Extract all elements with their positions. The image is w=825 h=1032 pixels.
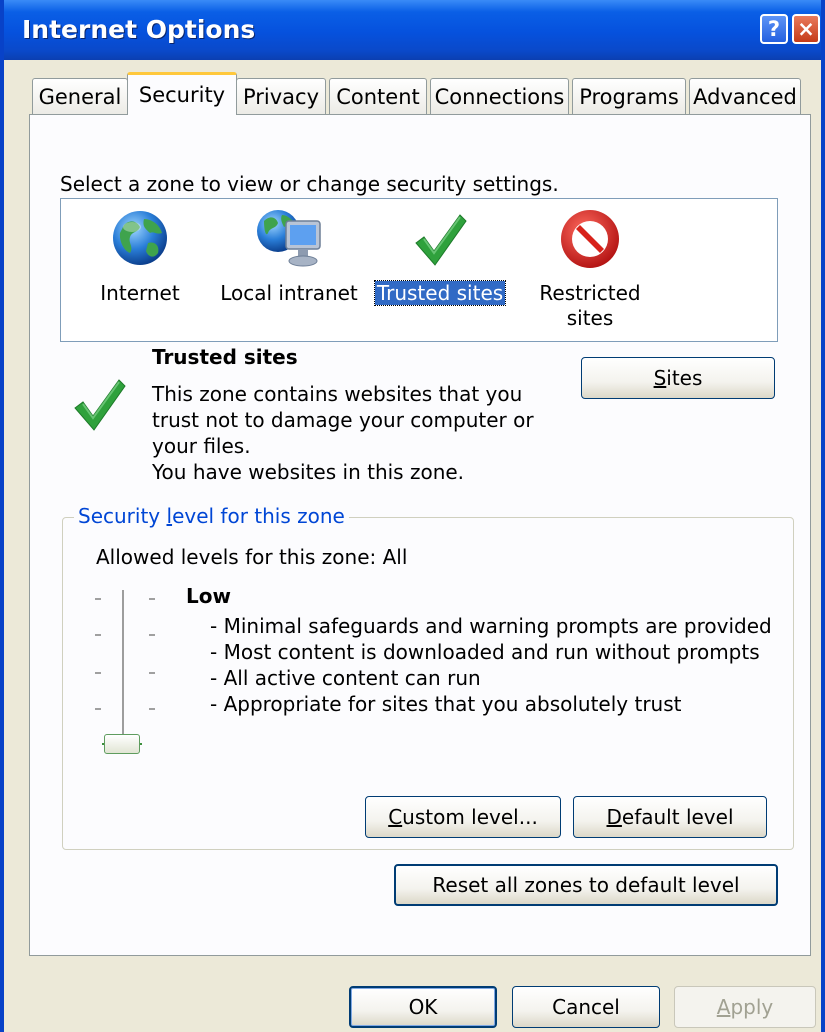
title-bar[interactable]: Internet Options ? × — [4, 0, 821, 60]
slider-thumb[interactable] — [104, 734, 140, 754]
tab-privacy[interactable]: Privacy — [236, 78, 326, 114]
tab-advanced[interactable]: Advanced — [689, 78, 801, 114]
apply-button[interactable]: Apply — [674, 986, 816, 1028]
zone-restricted-sites-label-line2: sites — [566, 306, 614, 330]
globe-icon — [113, 211, 167, 265]
level-description-item: - Most content is downloaded and run wit… — [210, 640, 760, 664]
default-level-accel: D — [606, 805, 622, 829]
window-title: Internet Options — [22, 15, 256, 44]
slider-tick — [149, 634, 155, 636]
security-level-name: Low — [186, 584, 231, 608]
cancel-label: Cancel — [552, 995, 620, 1019]
sites-button-label: ites — [666, 366, 703, 390]
tab-content[interactable]: Content — [329, 78, 427, 114]
zone-prompt: Select a zone to view or change security… — [60, 172, 559, 196]
slider-tick — [95, 598, 101, 600]
zone-internet[interactable]: Internet — [85, 207, 195, 306]
apply-accel: A — [716, 995, 731, 1019]
zone-description-line: your files. — [152, 434, 251, 458]
zone-description-line: trust not to damage your computer or — [152, 408, 534, 432]
restricted-icon — [561, 210, 619, 268]
zone-internet-label: Internet — [100, 281, 180, 305]
tab-content-label: Content — [336, 84, 420, 109]
tab-general[interactable]: General — [32, 78, 128, 114]
zone-trusted-sites-label: Trusted sites — [373, 280, 507, 306]
zone-restricted-sites[interactable]: Restricted sites — [523, 207, 657, 331]
allowed-levels-text: Allowed levels for this zone: All — [96, 545, 408, 569]
zone-description-line: This zone contains websites that you — [152, 382, 523, 406]
help-icon: ? — [767, 17, 781, 41]
checkmark-icon — [74, 379, 126, 431]
intranet-icon — [257, 210, 321, 267]
apply-label: pply — [730, 995, 774, 1019]
level-description-item: - All active content can run — [210, 666, 481, 690]
security-level-group-label: Security level for this zone — [74, 504, 349, 528]
custom-level-button[interactable]: Custom level... — [365, 796, 561, 838]
checkmark-icon — [415, 214, 467, 266]
tab-programs[interactable]: Programs — [572, 78, 686, 114]
internet-options-dialog: Internet Options ? × General Security Pr… — [0, 0, 825, 1032]
slider-tick — [95, 634, 101, 636]
slider-track — [122, 590, 124, 750]
tab-advanced-label: Advanced — [693, 84, 797, 109]
slider-tick — [149, 708, 155, 710]
slider-tick — [149, 672, 155, 674]
close-icon: × — [797, 17, 815, 41]
group-label-post: evel for this zone — [172, 504, 345, 528]
zone-local-intranet[interactable]: Local intranet — [219, 207, 359, 306]
help-button[interactable]: ? — [760, 14, 788, 44]
tab-security[interactable]: Security — [127, 72, 237, 115]
zone-title: Trusted sites — [152, 345, 298, 369]
tab-connections[interactable]: Connections — [430, 78, 569, 114]
slider-tick — [149, 598, 155, 600]
ok-button[interactable]: OK — [349, 986, 497, 1028]
reset-all-zones-label: Reset all zones to default level — [432, 873, 740, 897]
level-description-item: - Minimal safeguards and warning prompts… — [210, 614, 772, 638]
zone-description-line: You have websites in this zone. — [152, 460, 465, 484]
close-button[interactable]: × — [792, 14, 820, 44]
zone-description: This zone contains websites that you tru… — [152, 381, 534, 485]
tab-strip: General Security Privacy Content Connect… — [32, 72, 812, 115]
cancel-button[interactable]: Cancel — [512, 986, 660, 1028]
tab-programs-label: Programs — [579, 84, 679, 109]
sites-button-accel: S — [653, 366, 667, 390]
zone-restricted-sites-label-line1: Restricted — [539, 281, 641, 305]
custom-level-label: ustom level... — [402, 805, 538, 829]
reset-all-zones-button[interactable]: Reset all zones to default level — [394, 864, 778, 906]
group-label-pre: Security — [78, 504, 167, 528]
slider-tick — [95, 672, 101, 674]
zone-list: Internet Local intranet Trusted sites Re… — [60, 198, 778, 342]
tab-connections-label: Connections — [434, 84, 565, 109]
zone-trusted-sites[interactable]: Trusted sites — [373, 207, 507, 306]
zone-local-intranet-label: Local intranet — [220, 281, 358, 305]
tab-privacy-label: Privacy — [242, 84, 320, 109]
default-level-button[interactable]: Default level — [573, 796, 767, 838]
tab-general-label: General — [38, 84, 122, 109]
slider-tick — [95, 708, 101, 710]
tab-security-label: Security — [138, 83, 226, 107]
sites-button[interactable]: Sites — [581, 357, 775, 399]
default-level-label: efault level — [621, 805, 734, 829]
ok-label: OK — [408, 995, 438, 1019]
level-description-item: - Appropriate for sites that you absolut… — [210, 692, 682, 716]
custom-level-accel: C — [388, 805, 403, 829]
